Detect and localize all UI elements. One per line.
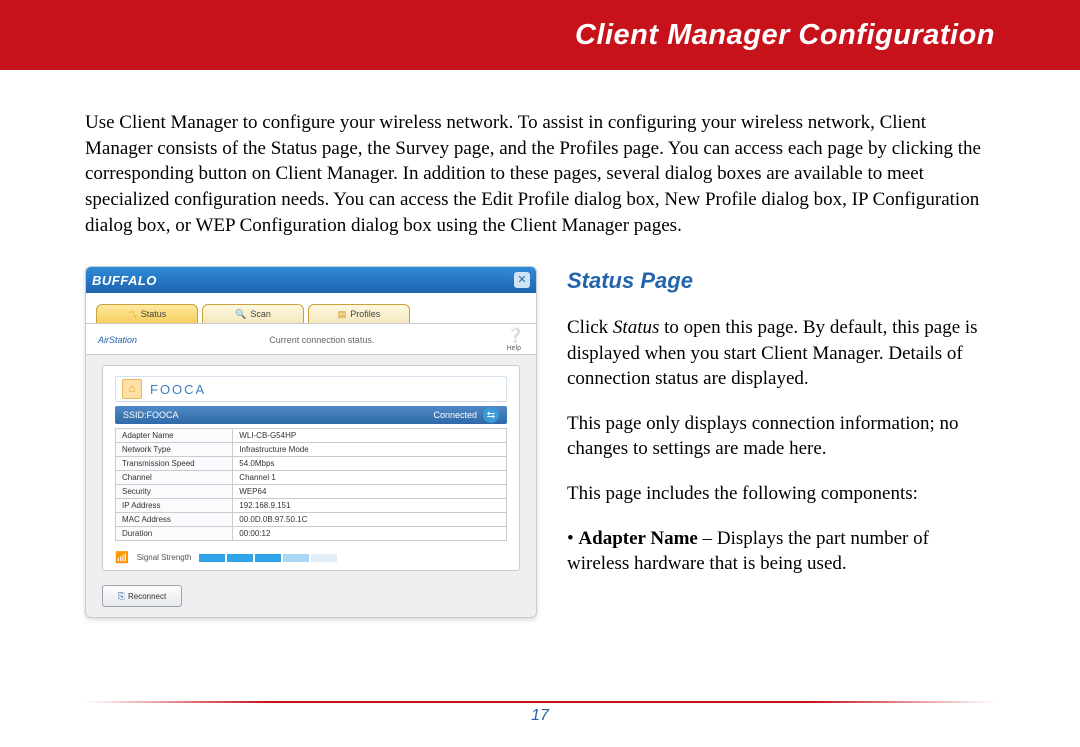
status-table: Adapter NameWLI-CB-G54HP Network TypeInf… xyxy=(115,428,507,541)
signal-bars xyxy=(199,554,337,562)
table-row: ChannelChannel 1 xyxy=(116,471,507,485)
client-manager-screenshot: BUFFALO ✕ 〽 Status 🔍 Scan ▤Profiles AirSta… xyxy=(85,266,537,618)
chart-icon: 〽 xyxy=(128,308,137,321)
airstation-label: AirStation xyxy=(98,335,137,345)
section-p3: This page includes the following compone… xyxy=(567,481,995,507)
section-p2: This page only displays connection infor… xyxy=(567,411,995,462)
intro-paragraph: Use Client Manager to configure your wir… xyxy=(85,110,995,238)
table-row: Transmission Speed54.0Mbps xyxy=(116,457,507,471)
tab-bar: 〽 Status 🔍 Scan ▤Profiles xyxy=(86,293,536,324)
page-number: 17 xyxy=(0,707,1080,725)
profile-row: ⌂ FOOCA xyxy=(115,376,507,402)
list-icon: ▤ xyxy=(338,309,347,320)
table-row: Duration00:00:12 xyxy=(116,527,507,541)
section-p1: Click Status to open this page. By defau… xyxy=(567,315,995,392)
page-body: Use Client Manager to configure your wir… xyxy=(0,70,1080,618)
search-icon: 🔍 xyxy=(235,309,246,320)
link-icon: ⇆ xyxy=(483,407,499,423)
signal-row: 📶 Signal Strength xyxy=(115,551,507,564)
right-column: Status Page Click Status to open this pa… xyxy=(567,266,995,618)
footer-rule xyxy=(85,701,995,703)
reconnect-label: Reconnect xyxy=(128,592,166,601)
signal-label: Signal Strength xyxy=(137,553,192,562)
profile-name: FOOCA xyxy=(150,382,206,397)
plug-icon: ⎘ xyxy=(118,591,125,602)
page-title: Client Manager Configuration xyxy=(575,19,995,52)
window-titlebar: BUFFALO ✕ xyxy=(86,267,536,293)
reconnect-button[interactable]: ⎘ Reconnect xyxy=(102,585,182,607)
header-band: Client Manager Configuration xyxy=(0,0,1080,70)
tab-label: Status xyxy=(141,309,167,319)
antenna-icon: 📶 xyxy=(115,551,129,564)
table-row: Adapter NameWLI-CB-G54HP xyxy=(116,429,507,443)
sub-header: AirStation Current connection status. ❔H… xyxy=(86,324,536,355)
close-icon[interactable]: ✕ xyxy=(514,272,530,288)
tab-label: Profiles xyxy=(350,309,380,319)
table-row: Network TypeInfrastructure Mode xyxy=(116,443,507,457)
bullet-adapter-name: • Adapter Name – Displays the part numbe… xyxy=(567,526,995,577)
tab-label: Scan xyxy=(250,309,271,319)
home-icon: ⌂ xyxy=(122,379,142,399)
table-row: MAC Address00.0D.0B.97.50.1C xyxy=(116,513,507,527)
help-link[interactable]: ❔Help xyxy=(507,328,524,352)
footer: 17 xyxy=(0,701,1080,725)
ssid-label: SSID:FOOCA xyxy=(123,410,179,420)
brand-logo: BUFFALO xyxy=(92,273,157,288)
connected-label: Connected xyxy=(433,410,477,420)
tab-status[interactable]: 〽 Status xyxy=(96,304,198,323)
ssid-bar: SSID:FOOCA Connected ⇆ xyxy=(115,406,507,424)
table-row: IP Address192.168.9.151 xyxy=(116,499,507,513)
tab-profiles[interactable]: ▤Profiles xyxy=(308,304,410,323)
subtitle-text: Current connection status. xyxy=(269,335,374,345)
table-row: SecurityWEP64 xyxy=(116,485,507,499)
tab-scan[interactable]: 🔍 Scan xyxy=(202,304,304,323)
section-title: Status Page xyxy=(567,266,995,296)
status-panel: ⌂ FOOCA SSID:FOOCA Connected ⇆ Adapter N… xyxy=(102,365,520,571)
help-icon: ❔ xyxy=(507,327,524,343)
